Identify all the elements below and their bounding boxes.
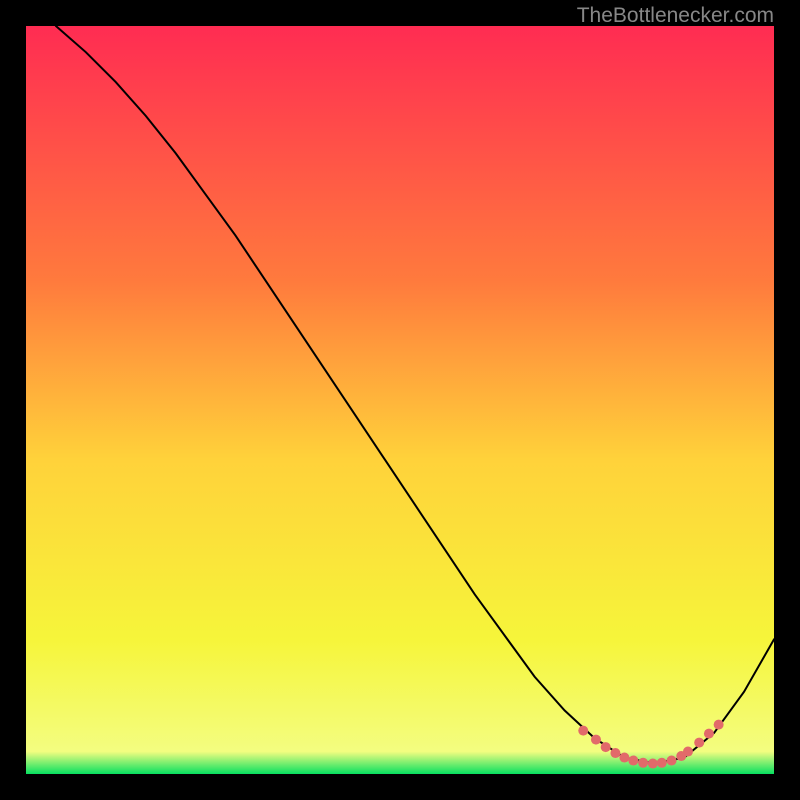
highlight-dot [638, 758, 648, 768]
highlight-dot [591, 735, 601, 745]
highlight-dot [683, 747, 693, 757]
highlight-dot [578, 726, 588, 736]
highlight-dot [704, 729, 714, 739]
highlight-dot [667, 756, 677, 766]
highlight-dot [648, 759, 658, 769]
highlight-dot [694, 738, 704, 748]
chart-frame [26, 26, 774, 774]
highlight-dot [619, 753, 629, 763]
highlight-dot [601, 742, 611, 752]
bottleneck-chart [26, 26, 774, 774]
gradient-background [26, 26, 774, 774]
highlight-dot [628, 756, 638, 766]
highlight-dot [714, 720, 724, 730]
highlight-dot [610, 748, 620, 758]
watermark-text: TheBottlenecker.com [577, 4, 774, 28]
highlight-dot [657, 758, 667, 768]
